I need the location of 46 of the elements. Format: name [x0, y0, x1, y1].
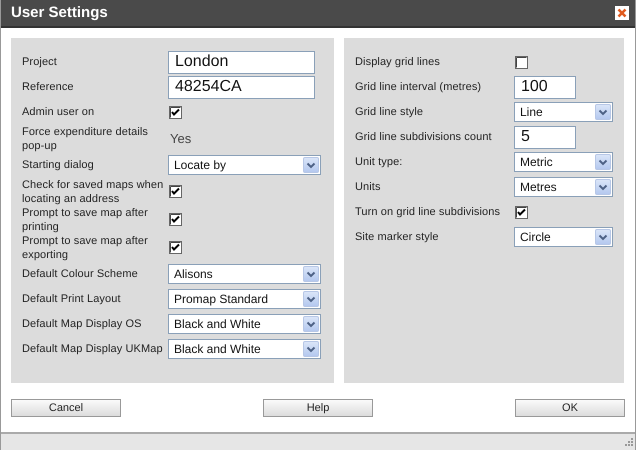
setting-label: Default Print Layout: [22, 292, 122, 306]
checkbox[interactable]: [515, 56, 528, 69]
setting-label: Display grid lines: [355, 55, 441, 70]
setting-value: Yes: [169, 131, 192, 146]
setting-label: Grid line subdivisions count: [355, 130, 493, 144]
dropdown[interactable]: Metres: [514, 177, 613, 198]
setting-label: Prompt to save map after exporting: [22, 234, 149, 262]
close-icon[interactable]: [615, 6, 629, 20]
setting-label: Default Map Display OS: [22, 317, 143, 332]
setting-label: Site marker style: [355, 230, 440, 244]
setting-label: Starting dialog: [22, 158, 95, 172]
setting-label: Prompt to save map after printing: [22, 206, 149, 234]
setting-label: Default Colour Scheme: [22, 267, 139, 282]
checkbox[interactable]: [169, 213, 182, 226]
checkbox[interactable]: [169, 241, 182, 254]
setting-label: Admin user on: [22, 105, 96, 120]
setting-label: Units: [355, 180, 382, 194]
window-title: User Settings: [11, 4, 108, 22]
input-field[interactable]: London: [168, 50, 315, 74]
dropdown[interactable]: Metric: [514, 152, 613, 172]
resize-grip-icon[interactable]: [623, 438, 633, 448]
setting-label: Force expenditure details pop-up: [22, 124, 150, 153]
dropdown[interactable]: Locate by: [168, 155, 321, 176]
setting-label: Turn on grid line subdivisions: [355, 205, 502, 220]
dialog-button[interactable]: Cancel: [11, 398, 121, 417]
setting-label: Default Map Display UKMap: [22, 342, 164, 356]
setting-label: Grid line interval (metres): [355, 80, 482, 94]
dropdown[interactable]: Black and White: [168, 314, 321, 334]
dropdown[interactable]: Alisons: [168, 264, 321, 284]
dropdown[interactable]: Promap Standard: [168, 289, 321, 310]
setting-label: Check for saved maps when locating an address: [22, 178, 164, 206]
dropdown[interactable]: Circle: [514, 227, 613, 248]
input-field[interactable]: 100: [514, 76, 576, 99]
checkbox[interactable]: [515, 206, 528, 219]
dialog-button[interactable]: OK: [515, 398, 625, 417]
checkbox[interactable]: [169, 106, 182, 119]
dropdown[interactable]: Line: [514, 102, 613, 122]
dialog-button[interactable]: Help: [263, 398, 373, 417]
setting-label: Grid line style: [355, 105, 424, 120]
setting-label: Reference: [22, 80, 75, 94]
dropdown[interactable]: Black and White: [168, 339, 321, 360]
checkbox[interactable]: [169, 185, 182, 198]
setting-label: Project: [22, 55, 58, 70]
input-field[interactable]: 5: [514, 126, 576, 149]
input-field[interactable]: 48254CA: [168, 76, 315, 99]
setting-label: Unit type:: [355, 155, 404, 170]
